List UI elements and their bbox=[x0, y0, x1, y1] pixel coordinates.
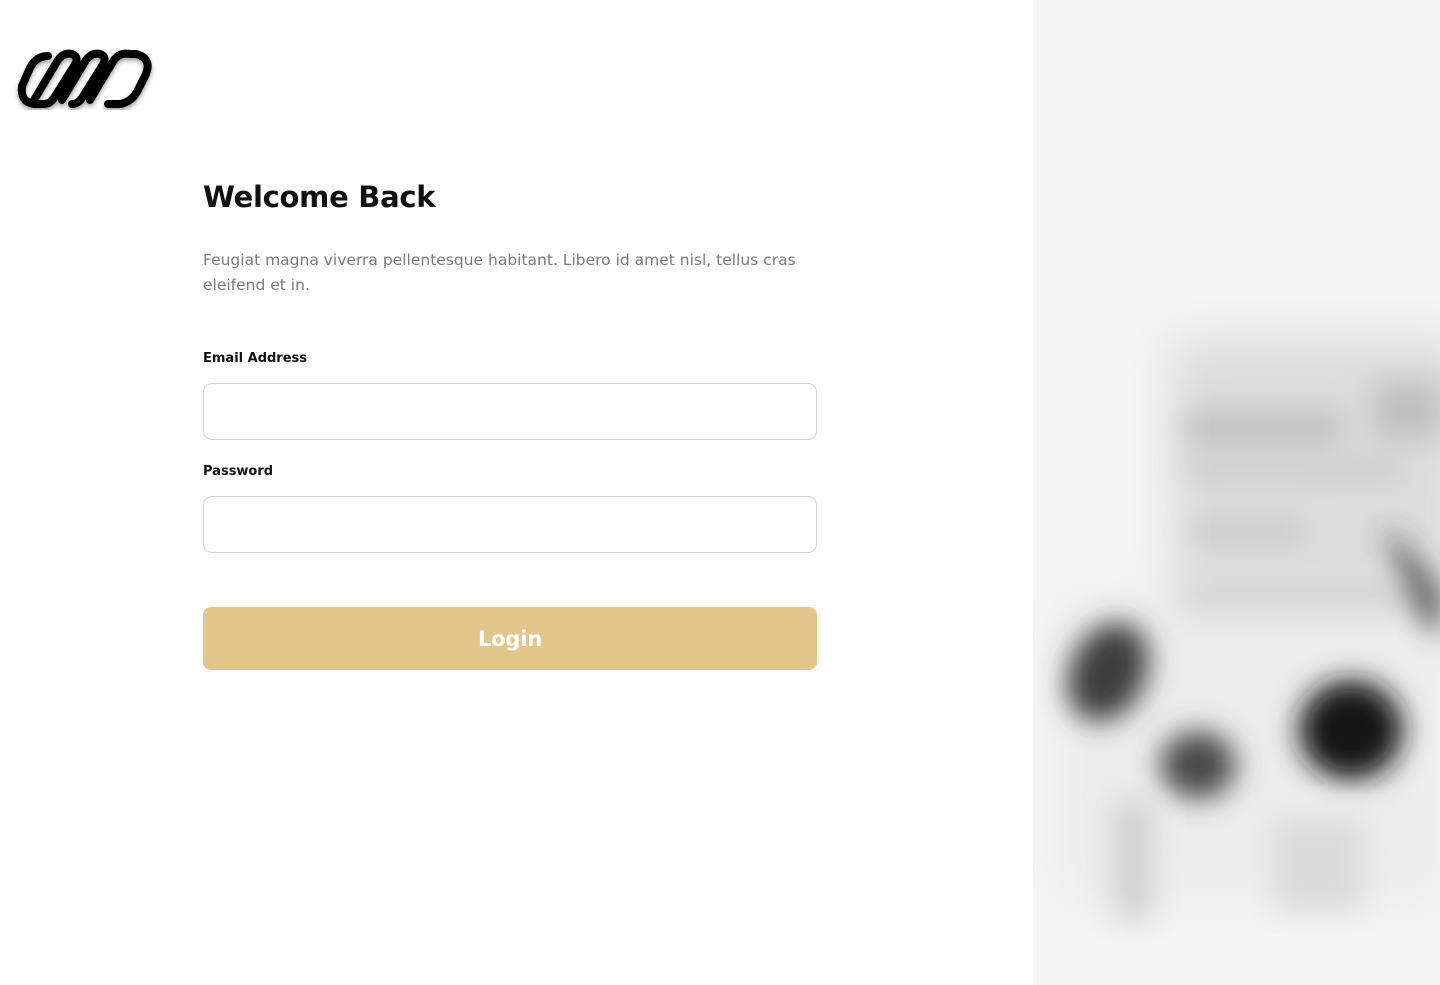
login-button[interactable]: Login bbox=[203, 607, 817, 670]
logo-icon bbox=[12, 48, 156, 110]
page-subtitle: Feugiat magna viverra pellentesque habit… bbox=[203, 251, 796, 294]
email-label: Email Address bbox=[203, 351, 308, 366]
login-panel: Welcome Back Feugiat magna viverra pelle… bbox=[0, 0, 1033, 985]
login-page: Welcome Back Feugiat magna viverra pelle… bbox=[0, 0, 1440, 985]
password-field[interactable] bbox=[203, 496, 817, 553]
hero-image bbox=[1033, 0, 1440, 985]
page-title: Welcome Back bbox=[203, 180, 436, 214]
login-form: Welcome Back Feugiat magna viverra pelle… bbox=[203, 176, 817, 670]
email-field[interactable] bbox=[203, 383, 817, 440]
password-label: Password bbox=[203, 464, 274, 479]
